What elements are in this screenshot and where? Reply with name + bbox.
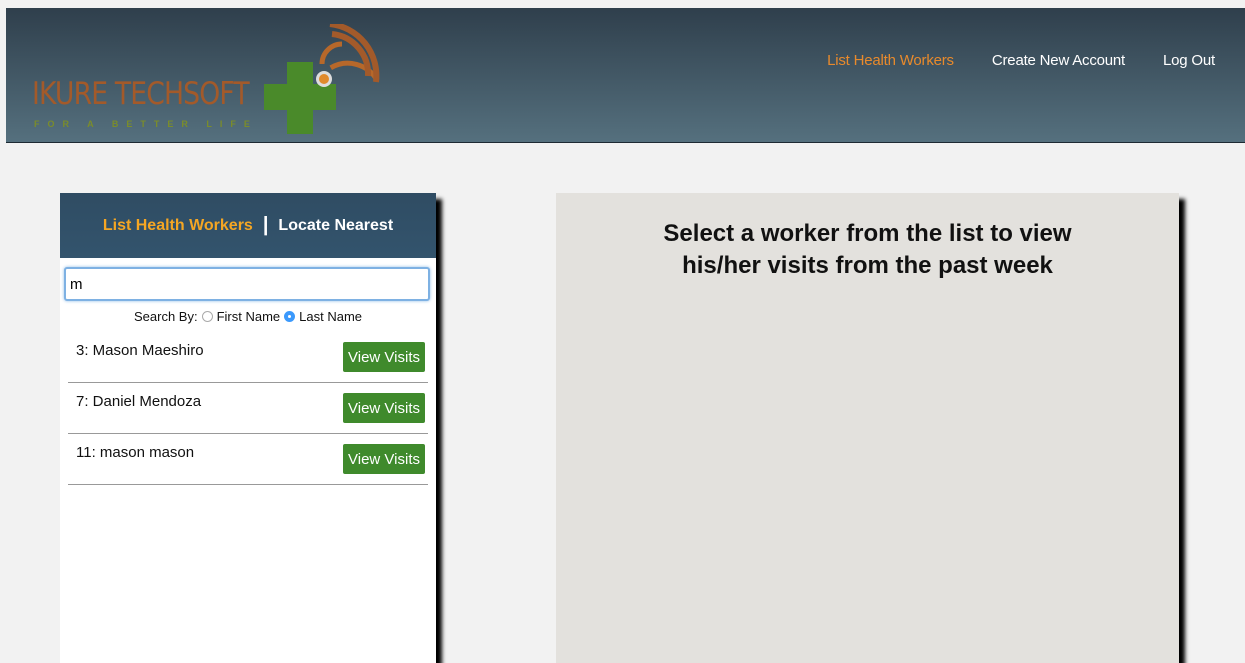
top-nav: List Health Workers Create New Account L… [827, 52, 1245, 69]
worker-name: 3: Mason Maeshiro [76, 342, 204, 359]
worker-list-panel: List Health Workers | Locate Nearest Sea… [60, 193, 436, 663]
nav-list-health-workers[interactable]: List Health Workers [827, 52, 954, 69]
message-line-1: Select a worker from the list to view [663, 220, 1072, 247]
view-visits-button[interactable]: View Visits [343, 393, 425, 423]
logo-tagline: FOR A BETTER LIFE [34, 119, 258, 129]
first-name-radio[interactable] [201, 311, 213, 322]
list-item: 7: Daniel Mendoza View Visits [68, 383, 428, 434]
last-name-radio[interactable] [284, 311, 296, 322]
worker-list: 3: Mason Maeshiro View Visits 7: Daniel … [68, 332, 428, 485]
select-worker-message: Select a worker from the list to view hi… [556, 218, 1179, 282]
search-input[interactable] [64, 267, 430, 301]
search-area [60, 258, 436, 301]
ikure-logo[interactable]: IKURE TECHSOFT FOR A BETTER LIFE [32, 24, 382, 144]
search-by-options: Search By: First Name Last Name [60, 309, 436, 324]
list-item: 3: Mason Maeshiro View Visits [68, 332, 428, 383]
search-by-label: Search By: [133, 309, 198, 324]
worker-name: 11: mason mason [76, 444, 195, 461]
top-header: IKURE TECHSOFT FOR A BETTER LIFE List He… [6, 8, 1245, 143]
logo-brand-text: IKURE TECHSOFT [32, 76, 250, 112]
list-item: 11: mason mason View Visits [68, 434, 428, 485]
view-visits-button[interactable]: View Visits [343, 444, 425, 474]
panel-tabs: List Health Workers | Locate Nearest [60, 193, 436, 258]
nav-log-out[interactable]: Log Out [1163, 52, 1215, 69]
message-line-2: his/her visits from the past week [682, 252, 1053, 279]
visits-panel: Select a worker from the list to view hi… [556, 193, 1179, 663]
tab-list-health-workers[interactable]: List Health Workers [103, 217, 253, 235]
nav-create-new-account[interactable]: Create New Account [992, 52, 1125, 69]
tab-locate-nearest[interactable]: Locate Nearest [278, 217, 393, 235]
worker-name: 7: Daniel Mendoza [76, 393, 202, 410]
first-name-label[interactable]: First Name [217, 309, 281, 324]
tab-separator: | [262, 214, 269, 236]
view-visits-button[interactable]: View Visits [343, 342, 425, 372]
last-name-label[interactable]: Last Name [299, 309, 362, 324]
